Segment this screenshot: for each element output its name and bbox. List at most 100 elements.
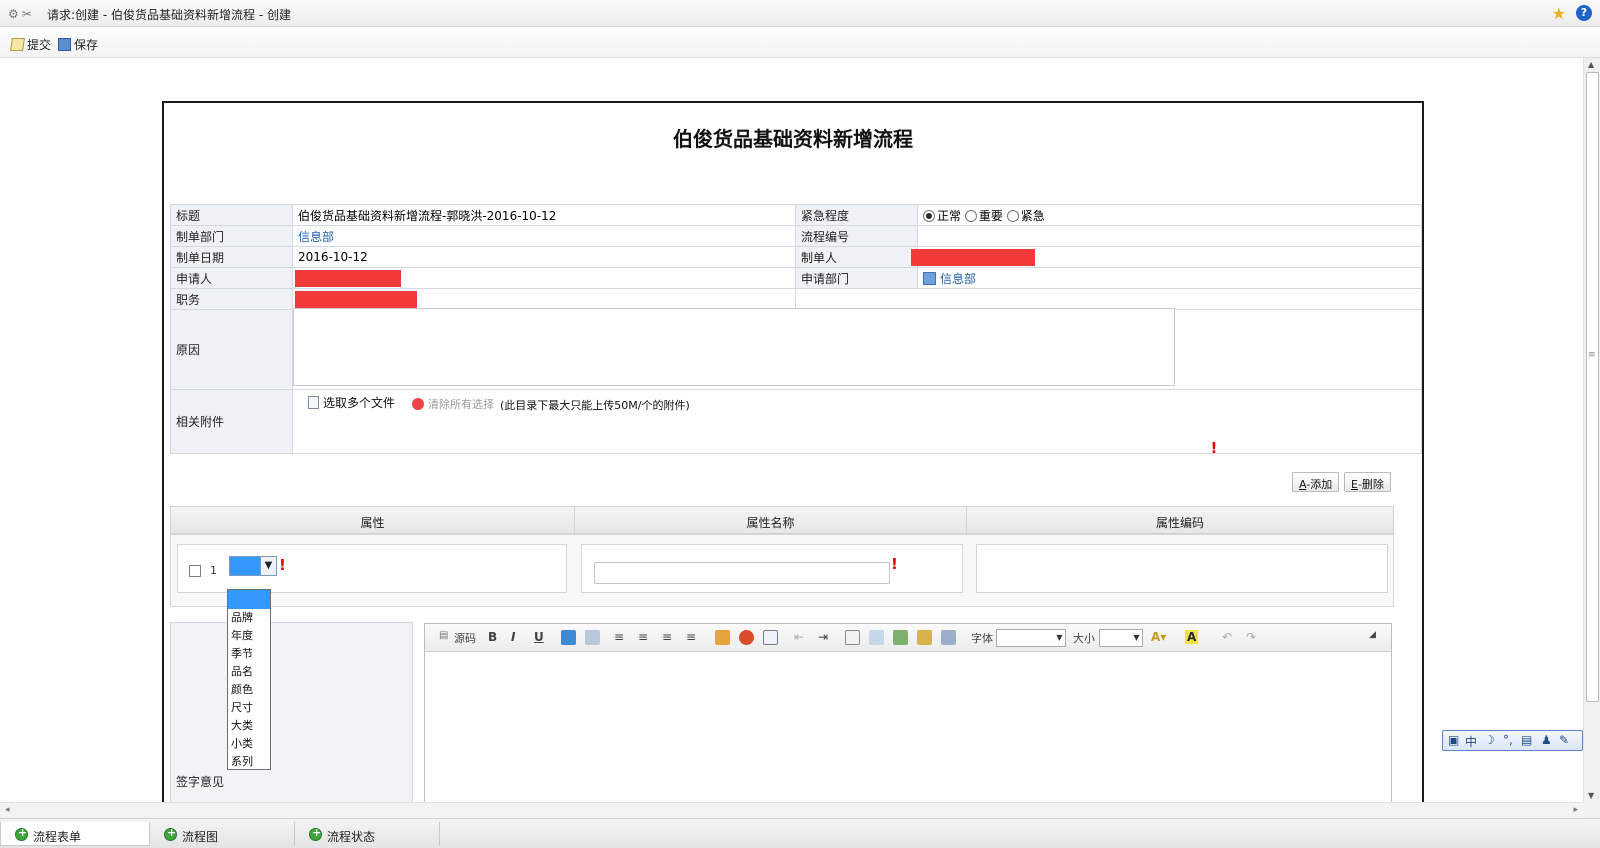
urgency-urgent-radio[interactable]: [1006, 209, 1019, 222]
add-circle-icon: [309, 826, 322, 841]
redo-icon[interactable]: ↷: [1246, 630, 1256, 644]
copy-icon[interactable]: [869, 630, 884, 645]
chevron-down-icon[interactable]: ▼: [260, 557, 276, 575]
clear-icon: [412, 398, 424, 410]
save-label: 保存: [74, 38, 99, 52]
dropdown-option[interactable]: 季节: [228, 645, 270, 663]
favorite-star-icon[interactable]: ★: [1552, 4, 1566, 23]
resize-icon[interactable]: ◢: [1369, 630, 1376, 640]
source-button[interactable]: 源码: [454, 630, 476, 646]
image-icon[interactable]: [715, 630, 730, 645]
attribute-select[interactable]: ▼: [229, 556, 277, 576]
scroll-thumb[interactable]: [1586, 72, 1599, 702]
bg-color-button[interactable]: A: [1185, 630, 1199, 644]
apply-dept-label: 申请部门: [795, 267, 918, 289]
apply-dept-cell: 信息部: [917, 267, 1422, 289]
align-left-icon[interactable]: ≡: [614, 630, 624, 644]
tab-flow-chart[interactable]: 流程图: [150, 822, 295, 846]
chevron-down-icon[interactable]: ▼: [1131, 630, 1142, 646]
dropdown-option[interactable]: 品牌: [228, 609, 270, 627]
subject-value: 伯俊货品基础资料新增流程-郭晓洪-2016-10-12: [292, 204, 796, 226]
urgency-important-radio[interactable]: [964, 209, 977, 222]
folder-icon[interactable]: [917, 630, 932, 645]
delete-row-button[interactable]: E-删除: [1344, 472, 1391, 492]
redacted-position: [295, 290, 417, 308]
form-title: 伯俊货品基础资料新增流程: [673, 127, 913, 151]
dept-picker-icon[interactable]: [923, 271, 936, 285]
subject-label: 标题: [170, 204, 293, 226]
editor-toolbar: ▤ 源码 B I U ≡ ≡ ≡ ≡ ⇤ ⇥ 字体 ▼ 大小 ▼ A▾ A ↶ …: [425, 624, 1391, 652]
clear-selection-button[interactable]: 清除所有选择: [412, 396, 494, 412]
scroll-up-icon[interactable]: ▲: [1588, 60, 1594, 69]
underline-button[interactable]: U: [534, 630, 544, 644]
paste-icon[interactable]: [845, 630, 860, 645]
dept-value[interactable]: 信息部: [298, 230, 334, 244]
attach-icon[interactable]: [941, 630, 956, 645]
attach-note: (此目录下最大只能上传50M/个的附件): [500, 399, 690, 412]
tab-flow-form[interactable]: 流程表单: [0, 822, 150, 846]
font-select[interactable]: ▼: [996, 629, 1066, 647]
submit-button[interactable]: 提交: [10, 36, 51, 52]
align-right-icon[interactable]: ≡: [662, 630, 672, 644]
add-row-button[interactable]: A-添加: [1292, 472, 1340, 492]
add-circle-icon: [164, 826, 177, 841]
attribute-name-input[interactable]: [594, 562, 890, 584]
tab-flow-status[interactable]: 流程状态: [295, 822, 440, 846]
horizontal-scrollbar[interactable]: ◂ ▸: [0, 802, 1583, 818]
chevron-down-icon[interactable]: ▼: [1054, 630, 1065, 646]
scroll-left-icon[interactable]: ◂: [5, 805, 10, 815]
wrench-icon: ✎: [1559, 733, 1570, 747]
font-color-button[interactable]: A▾: [1151, 630, 1166, 644]
outdent-icon[interactable]: ⇤: [794, 630, 804, 644]
bold-button[interactable]: B: [488, 630, 497, 644]
urgency-normal-radio[interactable]: [923, 209, 935, 222]
dropdown-option[interactable]: 系列: [228, 753, 270, 771]
users-icon[interactable]: [893, 630, 908, 645]
scroll-down-icon[interactable]: ▼: [1588, 791, 1594, 800]
scroll-right-icon[interactable]: ▸: [1573, 805, 1578, 815]
align-justify-icon[interactable]: ≡: [686, 630, 696, 644]
vertical-scrollbar[interactable]: ▲ ≡ ▼: [1583, 58, 1600, 802]
attribute-name-cell: !: [581, 544, 963, 593]
window-icons: ⚙✂: [8, 7, 35, 21]
required-mark: !: [1210, 438, 1218, 457]
dropdown-option[interactable]: 大类: [228, 717, 270, 735]
pick-files-button[interactable]: 选取多个文件: [308, 394, 395, 411]
save-button[interactable]: 保存: [58, 36, 98, 52]
add-label: -添加: [1306, 478, 1333, 491]
row-checkbox[interactable]: [189, 565, 201, 577]
pick-files-label: 选取多个文件: [323, 396, 396, 410]
submit-icon: [10, 38, 25, 51]
source-icon: ▤: [439, 630, 449, 641]
align-center-icon[interactable]: ≡: [638, 630, 648, 644]
apply-dept-value[interactable]: 信息部: [940, 272, 976, 286]
flow-no-value: [917, 225, 1422, 247]
window-title: 请求:创建 - 伯俊货品基础资料新增流程 - 创建: [47, 8, 291, 22]
table-icon[interactable]: [763, 630, 778, 645]
ime-toolbar[interactable]: ▣ 中 ☽ °, ▤ ♟ ✎: [1442, 730, 1583, 751]
flash-icon[interactable]: [739, 630, 754, 645]
dropdown-option[interactable]: 小类: [228, 735, 270, 753]
dropdown-option[interactable]: 颜色: [228, 681, 270, 699]
col-attribute-code: 属性编码: [1155, 516, 1204, 530]
reason-textarea[interactable]: [293, 308, 1175, 386]
urgency-urgent-label: 紧急: [1020, 208, 1045, 223]
unlink-icon[interactable]: [585, 630, 600, 645]
help-icon[interactable]: ?: [1576, 5, 1592, 21]
file-icon: [308, 396, 319, 409]
dropdown-option[interactable]: 品名: [228, 663, 270, 681]
italic-button[interactable]: I: [511, 630, 515, 644]
attribute-code-cell[interactable]: [976, 544, 1388, 593]
dropdown-option[interactable]: 尺寸: [228, 699, 270, 717]
row-number: 1: [210, 564, 217, 577]
undo-icon[interactable]: ↶: [1222, 630, 1232, 644]
ime-mode-label: 中: [1465, 735, 1478, 749]
size-select[interactable]: ▼: [1099, 629, 1143, 647]
redacted-applicant: [295, 269, 401, 287]
indent-icon[interactable]: ⇥: [818, 630, 828, 644]
punct-icon: °,: [1503, 733, 1513, 747]
dropdown-option[interactable]: 年度: [228, 627, 270, 645]
creator-value: [911, 246, 1422, 268]
link-icon[interactable]: [561, 630, 576, 645]
dropdown-selected-empty[interactable]: [228, 590, 270, 609]
